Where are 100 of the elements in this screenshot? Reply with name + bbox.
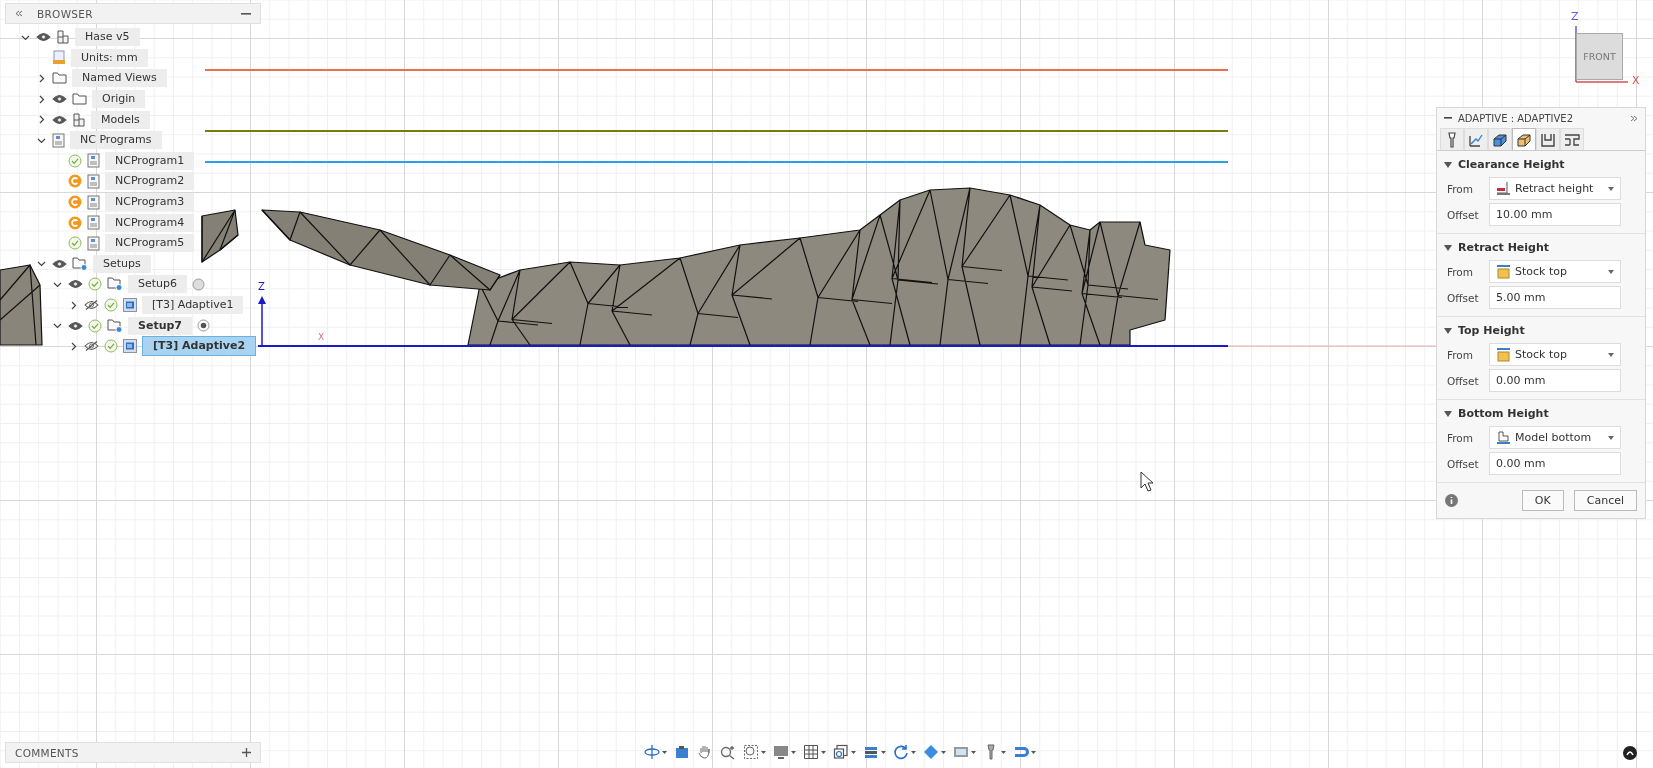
tree-item[interactable]: Origin — [92, 90, 146, 109]
fit-icon[interactable] — [743, 744, 759, 760]
tree-item[interactable]: NCProgram4 — [105, 213, 195, 232]
caret-icon — [1608, 352, 1614, 357]
tree-item[interactable]: Named Views — [72, 69, 167, 88]
linking-tab[interactable] — [1560, 128, 1584, 150]
caret-icon — [1608, 435, 1614, 440]
tree-item[interactable]: [T3] Adaptive2 — [142, 336, 257, 357]
expand-icon[interactable] — [1630, 114, 1638, 122]
caret-icon[interactable] — [791, 750, 796, 754]
height-from-dropdown[interactable]: Model bottom — [1489, 426, 1621, 449]
offset-field[interactable]: 5.00 mm — [1489, 286, 1621, 309]
tree-item[interactable]: Units: mm — [71, 48, 148, 67]
folder-icon — [52, 72, 67, 85]
eye-icon[interactable] — [68, 279, 83, 290]
active-setup-icon[interactable] — [197, 319, 210, 333]
caret-icon[interactable] — [662, 750, 667, 754]
tree-item[interactable]: Hase v5 — [75, 28, 140, 47]
caret-icon — [1608, 269, 1614, 274]
axis-label: X — [318, 332, 325, 342]
geometry-tab[interactable] — [1464, 128, 1488, 150]
caret-icon[interactable] — [821, 750, 826, 754]
caret-icon[interactable] — [851, 750, 856, 754]
caret-icon[interactable] — [881, 750, 886, 754]
offset-field[interactable]: 0.00 mm — [1489, 452, 1621, 475]
tree-item[interactable]: Setups — [93, 254, 151, 273]
orbit-icon[interactable] — [644, 744, 660, 760]
axis-label: X — [1632, 74, 1640, 87]
tree-item[interactable]: Models — [91, 110, 150, 129]
program-sheet-icon — [87, 153, 100, 169]
caret-icon[interactable] — [1444, 410, 1452, 417]
tree-item[interactable]: Setup7 — [128, 316, 192, 335]
layers-icon[interactable] — [863, 744, 879, 760]
collapse-icon[interactable] — [15, 10, 23, 17]
magnet-icon[interactable] — [1013, 744, 1029, 760]
toolpath-icon — [123, 339, 137, 354]
model-bottom-icon — [1496, 430, 1511, 445]
hidden-eye-icon[interactable] — [84, 300, 99, 310]
tree-item[interactable]: NC Programs — [70, 131, 162, 150]
chevron-icon[interactable] — [36, 259, 46, 269]
viewports-icon[interactable] — [833, 744, 849, 760]
status-icon[interactable] — [1623, 746, 1637, 760]
stock-tab[interactable] — [1488, 128, 1512, 150]
document-icon — [52, 50, 66, 66]
panel-title: ADAPTIVE : ADAPTIVE2 — [1458, 112, 1574, 124]
caret-icon[interactable] — [1001, 750, 1006, 754]
browser-header[interactable]: BROWSER — [5, 3, 261, 24]
pan-icon[interactable] — [697, 744, 713, 760]
program-sheet-icon — [87, 235, 100, 251]
tree-item[interactable]: NCProgram3 — [105, 193, 195, 212]
field-label: From — [1447, 265, 1474, 278]
eye-icon[interactable] — [52, 94, 67, 105]
camera-icon[interactable] — [674, 744, 690, 760]
height-from-dropdown[interactable]: Stock top — [1489, 343, 1621, 366]
tree-item[interactable]: NCProgram1 — [105, 151, 195, 170]
heights-tab[interactable] — [1512, 128, 1536, 150]
mesh-fragment-drawing — [201, 209, 239, 263]
height-from-dropdown[interactable]: Stock top — [1489, 260, 1621, 283]
tool-tab[interactable] — [1440, 128, 1464, 150]
caret-icon[interactable] — [761, 750, 766, 754]
hidden-eye-icon[interactable] — [84, 341, 99, 352]
caret-icon[interactable] — [1444, 161, 1452, 168]
comments-header[interactable]: COMMENTS — [5, 742, 261, 763]
eye-icon[interactable] — [68, 320, 83, 331]
caret-icon[interactable] — [941, 750, 946, 754]
minimize-icon[interactable] — [1444, 117, 1452, 119]
minimize-icon[interactable] — [241, 12, 251, 15]
offset-field[interactable]: 0.00 mm — [1489, 369, 1621, 392]
info-icon[interactable] — [1445, 494, 1458, 507]
field-label: Offset — [1447, 291, 1480, 304]
chevron-icon[interactable] — [52, 321, 62, 331]
height-from-dropdown[interactable]: Retract height — [1489, 177, 1621, 200]
field-label: Offset — [1447, 374, 1480, 387]
ok-button[interactable]: OK — [1521, 490, 1564, 511]
zoom-icon[interactable] — [720, 744, 736, 760]
section-title: Retract Height — [1458, 241, 1550, 254]
add-icon[interactable] — [242, 748, 251, 757]
display-icon[interactable] — [773, 744, 789, 760]
caret-icon[interactable] — [1444, 327, 1452, 334]
tree-item[interactable]: NCProgram2 — [105, 172, 195, 191]
tree-item[interactable]: [T3] Adaptive1 — [142, 296, 244, 314]
tree-item[interactable]: Setup6 — [128, 275, 187, 294]
grid-icon[interactable] — [803, 744, 819, 760]
caret-icon[interactable] — [971, 750, 976, 754]
cancel-button[interactable]: Cancel — [1573, 490, 1637, 511]
tree-item[interactable]: NCProgram5 — [105, 234, 195, 253]
program-sheet-icon — [52, 132, 65, 148]
refresh-icon[interactable] — [893, 744, 909, 760]
eye-icon[interactable] — [52, 114, 67, 125]
passes-tab[interactable] — [1536, 128, 1560, 150]
eye-icon[interactable] — [52, 258, 67, 269]
setup-folder-icon — [107, 318, 123, 333]
offset-field[interactable]: 10.00 mm — [1489, 203, 1621, 226]
caret-icon[interactable] — [1031, 750, 1036, 754]
panel-title: BROWSER — [37, 7, 94, 20]
field-label: From — [1447, 431, 1474, 444]
setup-folder-icon — [72, 256, 88, 271]
eye-icon[interactable] — [36, 32, 51, 43]
caret-icon[interactable] — [1444, 244, 1452, 251]
caret-icon[interactable] — [911, 750, 916, 754]
